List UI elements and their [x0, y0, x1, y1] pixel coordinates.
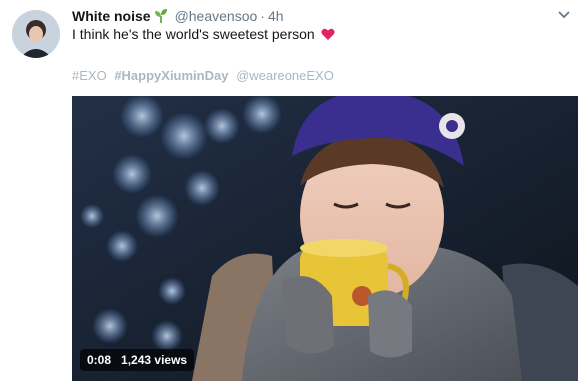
user-handle[interactable]: @heavensoo	[175, 8, 258, 24]
hashtags: #EXO #HappyXiuminDay @weareoneEXO	[72, 68, 338, 83]
tweet-text: I think he's the world's sweetest person	[72, 26, 335, 42]
timestamp[interactable]: 4h	[268, 8, 284, 24]
separator-dot: ·	[260, 8, 265, 24]
display-name[interactable]: White noise	[72, 8, 151, 24]
video-frame	[72, 96, 578, 381]
sprout-icon	[153, 8, 169, 24]
mention-link[interactable]: @weareoneEXO	[236, 68, 334, 83]
view-count: 1,243 views	[121, 353, 188, 367]
video-duration: 0:08	[87, 353, 112, 367]
hashtag-link[interactable]: #EXO	[72, 68, 107, 83]
hashtag-link[interactable]: #HappyXiuminDay	[114, 68, 228, 83]
avatar[interactable]	[12, 10, 60, 58]
tweet-header: White noise @heavensoo · 4h	[72, 6, 560, 26]
video-info-badge: 0:08 1,243 views	[80, 349, 195, 371]
heart-icon	[321, 28, 335, 41]
tweet-body: I think he's the world's sweetest person	[72, 26, 315, 42]
chevron-down-icon[interactable]	[556, 6, 572, 22]
video-player[interactable]: 0:08 1,243 views	[72, 96, 578, 381]
